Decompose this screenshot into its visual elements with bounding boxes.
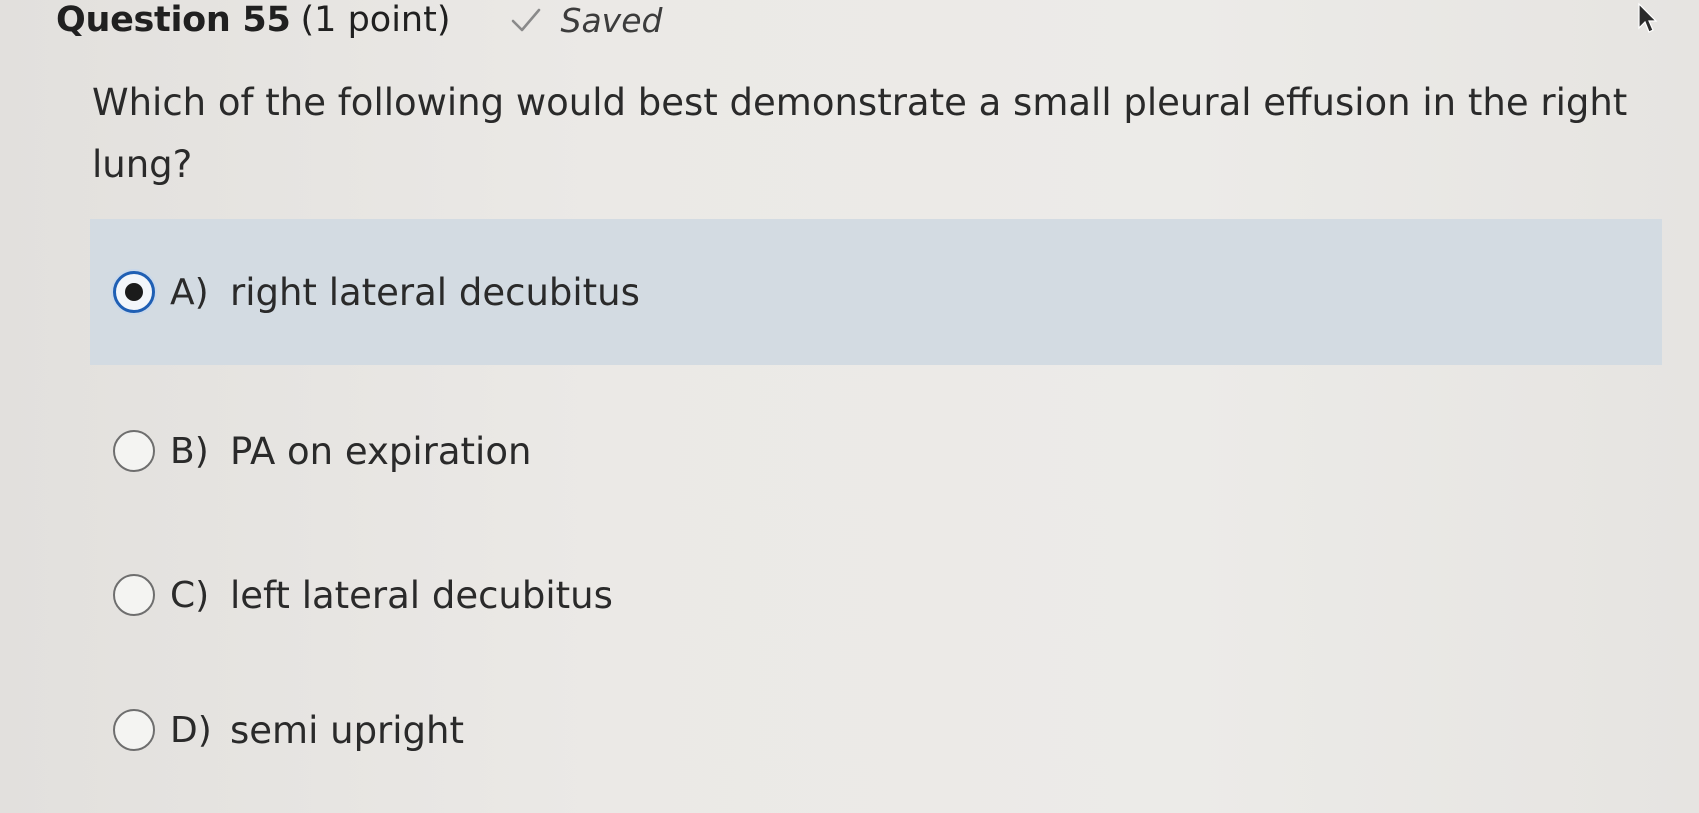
question-number: Question 55 [56, 0, 291, 40]
option-label[interactable]: right lateral decubitus [230, 271, 640, 314]
option-letter: B) [170, 430, 209, 472]
option-letter: D) [170, 709, 212, 751]
checkmark-icon [509, 5, 543, 35]
mouse-cursor-icon [1636, 2, 1658, 36]
option-label[interactable]: left lateral decubitus [230, 574, 613, 617]
saved-status: Saved [560, 0, 663, 40]
question-points: (1 point) [300, 0, 451, 40]
radio-button-d[interactable] [113, 709, 155, 751]
option-letter: C) [170, 574, 210, 616]
option-label[interactable]: semi upright [230, 709, 464, 752]
question-header: Question 55 (1 point) Saved [56, 0, 662, 44]
option-letter: A) [170, 271, 209, 313]
option-label[interactable]: PA on expiration [230, 430, 531, 473]
option-c[interactable]: C) left lateral decubitus [90, 522, 1662, 668]
question-text: Which of the following would best demons… [92, 81, 1628, 186]
quiz-page: Question 55 (1 point) Saved Which of the… [0, 0, 1699, 813]
radio-button-a[interactable] [113, 271, 155, 313]
option-b[interactable]: B) PA on expiration [90, 378, 1662, 524]
option-d[interactable]: D) semi upright [90, 657, 1662, 803]
radio-button-c[interactable] [113, 574, 155, 616]
radio-dot [125, 283, 143, 301]
option-a[interactable]: A) right lateral decubitus [90, 219, 1662, 365]
radio-button-b[interactable] [113, 430, 155, 472]
